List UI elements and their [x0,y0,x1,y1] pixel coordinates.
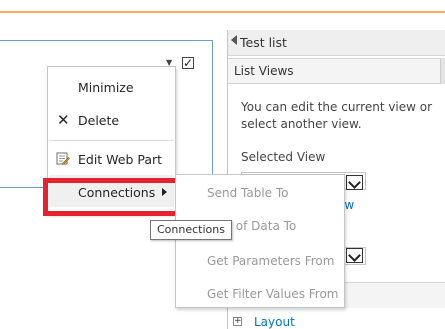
list-views-description: You can edit the current view or select … [241,100,433,131]
top-accent-rule [0,11,445,13]
submenu-item-get-parameters-from[interactable]: Get Parameters From [207,254,334,268]
connections-highlight-box [43,178,186,216]
chevron-down-icon[interactable] [346,175,363,190]
tool-pane-scrollbar[interactable] [440,58,445,84]
list-views-section-header[interactable]: List Views [228,58,440,84]
menu-item-edit-web-part[interactable]: Edit Web Part [78,152,162,167]
submenu-item-send-table-to[interactable]: Send Table To [207,186,289,200]
edit-webpart-icon [56,152,70,165]
menu-item-minimize[interactable]: Minimize [78,80,134,95]
tool-pane-header: Test list [228,30,445,56]
layout-section-link[interactable]: Layout [254,315,295,329]
list-views-label: List Views [234,64,294,78]
chevron-down-icon[interactable] [346,248,363,263]
connections-tooltip: Connections [150,220,232,240]
connections-submenu: Send Table To Row of Data To Get Paramet… [175,174,345,308]
selected-view-label: Selected View [241,150,326,164]
delete-x-icon: ✕ [57,111,70,129]
expand-plus-icon[interactable]: + [233,317,242,326]
collapse-left-icon[interactable] [231,35,237,45]
menu-item-delete[interactable]: Delete [78,113,119,128]
webpart-select-checkbox[interactable]: ✓ [182,57,194,69]
tool-pane-title: Test list [240,35,287,50]
menu-separator [49,140,174,141]
submenu-item-get-filter-values-from[interactable]: Get Filter Values From [207,287,338,301]
